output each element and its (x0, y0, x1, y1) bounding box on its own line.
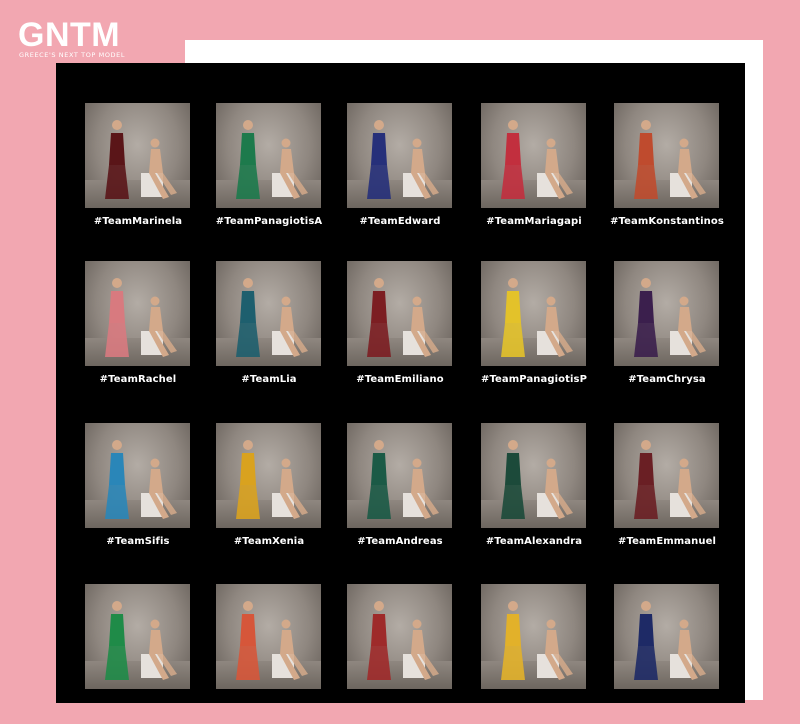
team-card[interactable] (203, 584, 335, 724)
team-photo[interactable] (481, 103, 586, 208)
models-illustration (236, 601, 308, 680)
team-card[interactable] (72, 584, 204, 724)
team-card[interactable]: #TeamEmiliano (334, 261, 466, 401)
team-hashtag-label: #TeamKonstantinos (610, 216, 724, 227)
team-card[interactable] (601, 584, 733, 724)
team-card[interactable]: #TeamLia (203, 261, 335, 401)
models-illustration (634, 601, 706, 680)
team-card[interactable]: #TeamEmmanuel (601, 423, 733, 563)
team-card[interactable]: #TeamXenia (203, 423, 335, 563)
models-illustration (501, 278, 573, 357)
models-illustration (634, 440, 706, 519)
team-hashtag-label: #TeamXenia (233, 536, 305, 547)
models-illustration (367, 120, 439, 199)
team-photo[interactable] (614, 103, 719, 208)
team-card[interactable]: #TeamSifis (72, 423, 204, 563)
models-illustration (236, 440, 308, 519)
team-card[interactable]: #TeamPanagiotisP (468, 261, 600, 401)
team-hashtag-label: #TeamEdward (359, 216, 441, 227)
models-illustration (105, 278, 177, 357)
team-photo[interactable] (85, 584, 190, 689)
models-illustration (501, 120, 573, 199)
models-illustration (105, 601, 177, 680)
models-illustration (367, 601, 439, 680)
team-photo[interactable] (85, 261, 190, 366)
logo-subtitle: GREECE'S NEXT TOP MODEL (19, 51, 126, 59)
team-card[interactable]: #TeamAndreas (334, 423, 466, 563)
team-photo[interactable] (347, 103, 452, 208)
team-photo[interactable] (216, 584, 321, 689)
models-illustration (634, 278, 706, 357)
team-card[interactable]: #TeamMariagapi (468, 103, 600, 243)
models-illustration (236, 120, 308, 199)
team-hashtag-label: #TeamAlexandra (485, 536, 583, 547)
team-photo[interactable] (216, 423, 321, 528)
models-illustration (236, 278, 308, 357)
team-photo[interactable] (614, 423, 719, 528)
models-illustration (501, 440, 573, 519)
team-card[interactable] (468, 584, 600, 724)
models-illustration (367, 278, 439, 357)
team-hashtag-label: #TeamPanagiotisA (215, 216, 323, 227)
team-hashtag-label: #TeamPanagiotisP (480, 374, 588, 385)
team-photo[interactable] (481, 261, 586, 366)
models-illustration (501, 601, 573, 680)
team-photo[interactable] (481, 584, 586, 689)
team-photo[interactable] (347, 584, 452, 689)
team-card[interactable]: #TeamPanagiotisA (203, 103, 335, 243)
team-hashtag-label: #TeamMarinela (93, 216, 183, 227)
team-hashtag-label: #TeamChrysa (628, 374, 706, 385)
team-photo[interactable] (347, 423, 452, 528)
team-card[interactable]: #TeamRachel (72, 261, 204, 401)
team-hashtag-label: #TeamEmmanuel (618, 536, 716, 547)
team-card[interactable]: #TeamEdward (334, 103, 466, 243)
models-illustration (105, 120, 177, 199)
team-card[interactable]: #TeamMarinela (72, 103, 204, 243)
models-illustration (634, 120, 706, 199)
team-card[interactable]: #TeamKonstantinos (601, 103, 733, 243)
team-card[interactable] (334, 584, 466, 724)
team-hashtag-label: #TeamMariagapi (486, 216, 582, 227)
team-photo[interactable] (216, 261, 321, 366)
team-grid-panel: #TeamMarinela #TeamPanagiotisA #TeamEdward… (56, 63, 745, 703)
models-illustration (105, 440, 177, 519)
team-card[interactable]: #TeamAlexandra (468, 423, 600, 563)
team-photo[interactable] (216, 103, 321, 208)
team-photo[interactable] (347, 261, 452, 366)
models-illustration (367, 440, 439, 519)
team-hashtag-label: #TeamLia (241, 374, 297, 385)
logo-wordmark: GNTM (18, 16, 121, 54)
team-photo[interactable] (614, 584, 719, 689)
team-photo[interactable] (614, 261, 719, 366)
team-photo[interactable] (85, 103, 190, 208)
team-hashtag-label: #TeamEmiliano (356, 374, 444, 385)
team-photo[interactable] (481, 423, 586, 528)
team-photo[interactable] (85, 423, 190, 528)
team-hashtag-label: #TeamRachel (99, 374, 177, 385)
team-grid: #TeamMarinela #TeamPanagiotisA #TeamEdward… (56, 63, 745, 703)
team-hashtag-label: #TeamAndreas (357, 536, 443, 547)
gntm-logo: GNTM GREECE'S NEXT TOP MODEL (18, 16, 136, 60)
team-hashtag-label: #TeamSifis (106, 536, 170, 547)
team-card[interactable]: #TeamChrysa (601, 261, 733, 401)
